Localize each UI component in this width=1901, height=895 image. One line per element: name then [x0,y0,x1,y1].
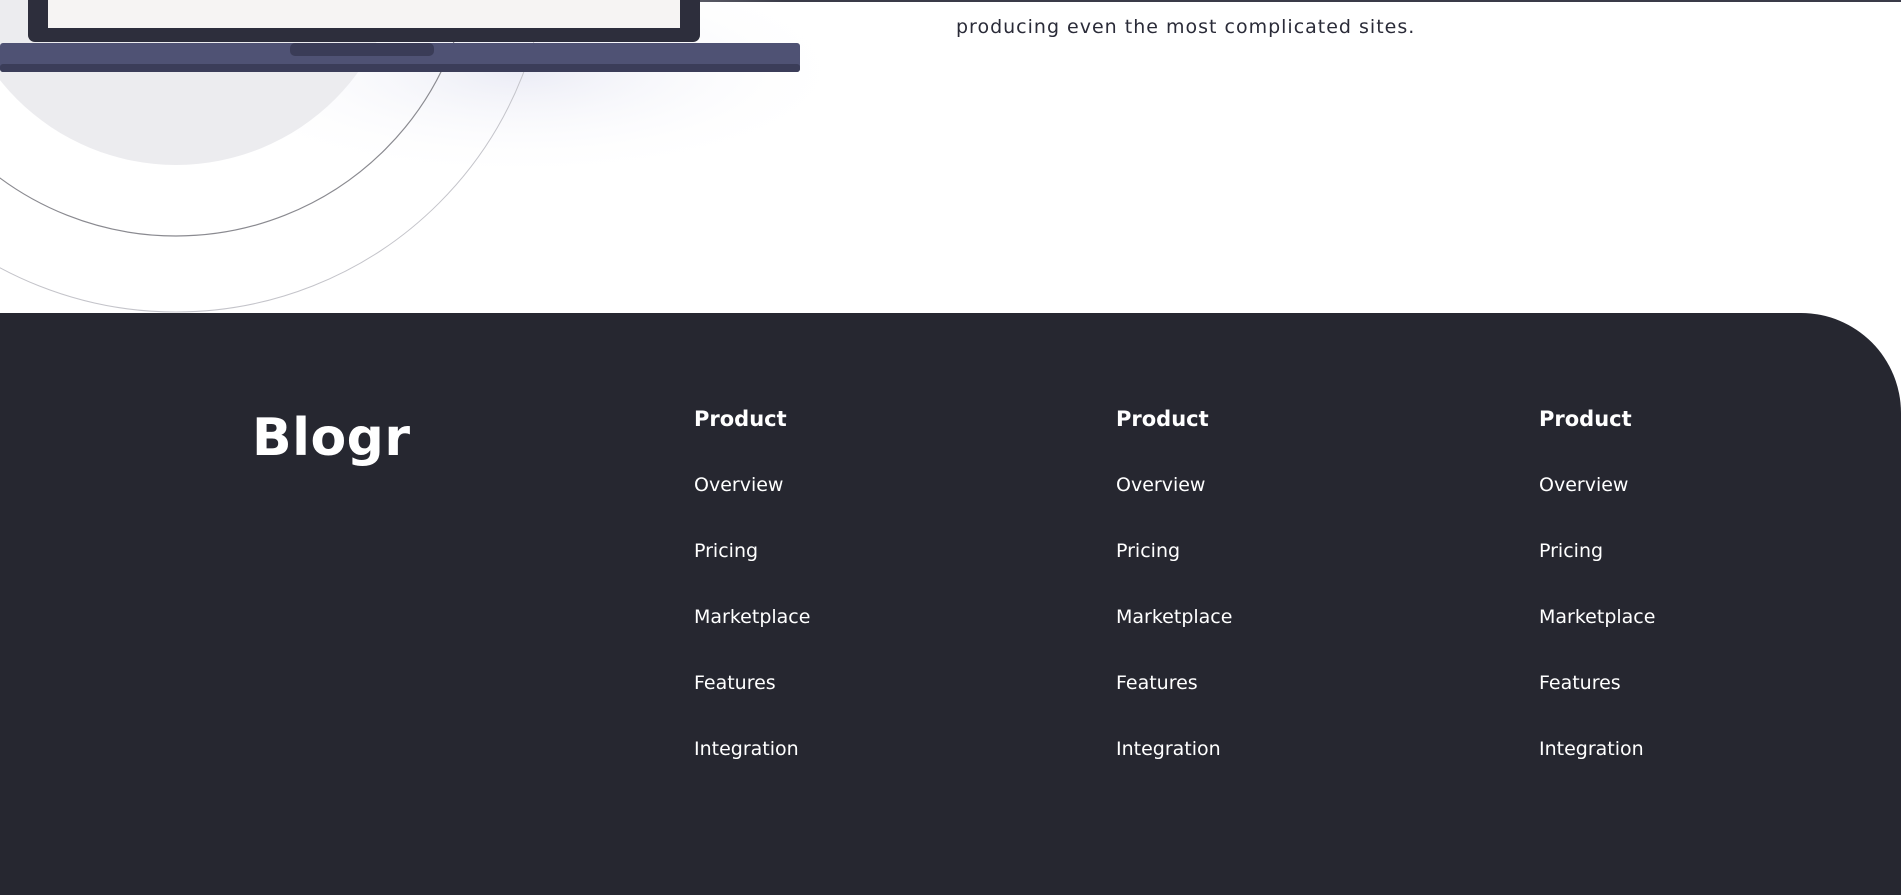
footer-link-integration[interactable]: Integration [694,736,799,762]
footer-link-pricing[interactable]: Pricing [694,538,758,564]
laptop-notch [290,43,434,56]
footer-link-overview[interactable]: Overview [1539,472,1628,498]
site-footer: Blogr Product Overview Pricing Marketpla… [0,313,1901,895]
footer-column-heading: Product [1116,407,1209,431]
page: producing even the most complicated site… [0,0,1901,895]
footer-link-integration[interactable]: Integration [1116,736,1221,762]
footer-column-2: Product Overview Pricing Marketplace Fea… [1116,406,1232,802]
footer-link-overview[interactable]: Overview [694,472,783,498]
laptop-illustration [0,0,860,313]
laptop-screen [48,0,680,28]
footer-link-list: Overview Pricing Marketplace Features In… [694,472,810,802]
footer-column-3: Product Overview Pricing Marketplace Fea… [1539,406,1655,802]
footer-column-1: Product Overview Pricing Marketplace Fea… [694,406,810,802]
footer-column-heading: Product [694,407,787,431]
footer-link-marketplace[interactable]: Marketplace [1539,604,1655,630]
footer-logo[interactable]: Blogr [252,408,411,468]
footer-column-heading: Product [1539,407,1632,431]
footer-link-pricing[interactable]: Pricing [1539,538,1603,564]
footer-link-pricing[interactable]: Pricing [1116,538,1180,564]
footer-link-features[interactable]: Features [1539,670,1621,696]
footer-link-features[interactable]: Features [694,670,776,696]
footer-link-list: Overview Pricing Marketplace Features In… [1116,472,1232,802]
footer-link-features[interactable]: Features [1116,670,1198,696]
footer-link-overview[interactable]: Overview [1116,472,1205,498]
footer-link-list: Overview Pricing Marketplace Features In… [1539,472,1655,802]
footer-link-marketplace[interactable]: Marketplace [1116,604,1232,630]
footer-link-integration[interactable]: Integration [1539,736,1644,762]
laptop-base-shadow [0,64,800,72]
hero-description: producing even the most complicated site… [956,16,1416,38]
footer-link-marketplace[interactable]: Marketplace [694,604,810,630]
